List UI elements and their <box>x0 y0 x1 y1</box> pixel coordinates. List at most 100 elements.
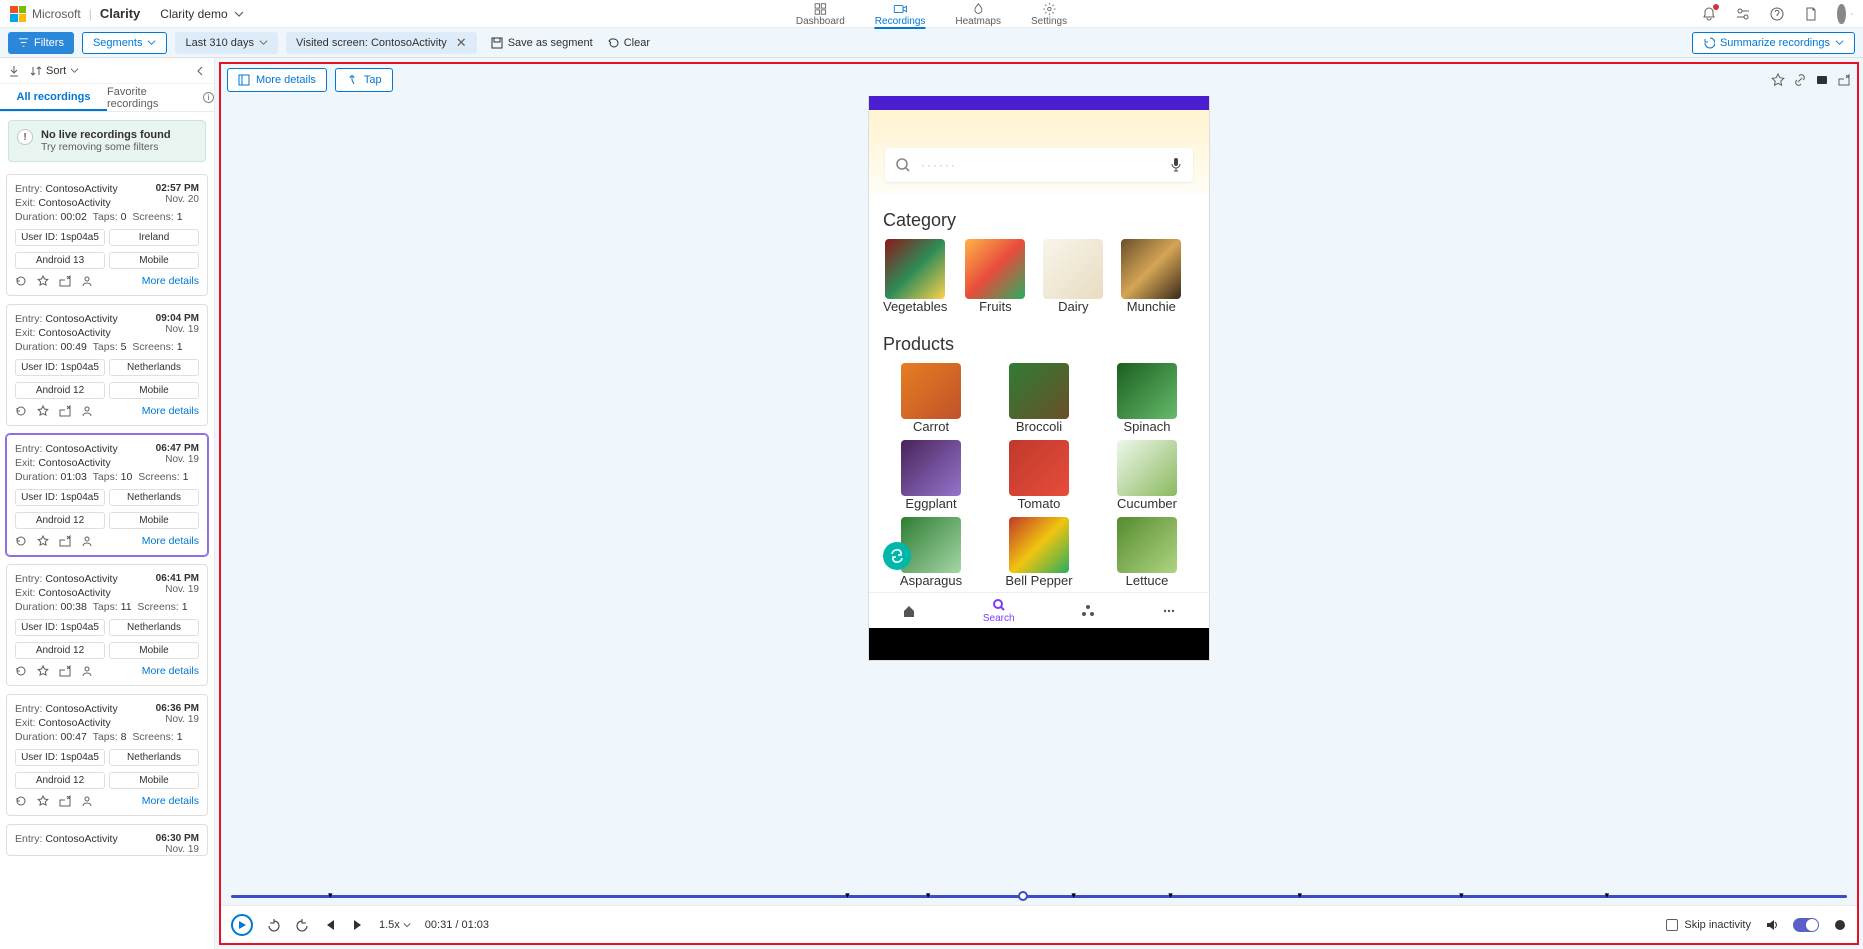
recording-card[interactable]: 02:57 PMNov. 20Entry: ContosoActivityExi… <box>6 174 208 296</box>
person-icon[interactable] <box>81 275 93 287</box>
nav-categories[interactable] <box>1081 604 1095 618</box>
tab-all-recordings[interactable]: All recordings <box>0 84 107 111</box>
more-details-button[interactable]: More details <box>227 68 327 92</box>
timeline-knob[interactable] <box>1018 891 1028 901</box>
product-item[interactable]: Bell Pepper <box>991 517 1087 588</box>
gift-icon[interactable] <box>1735 6 1751 22</box>
star-icon[interactable] <box>37 795 49 807</box>
project-dropdown[interactable]: Clarity demo <box>160 7 243 21</box>
share-icon[interactable] <box>59 405 71 417</box>
label-icon[interactable] <box>1815 73 1829 87</box>
collapse-icon[interactable] <box>194 65 206 77</box>
product-item[interactable]: Carrot <box>883 363 979 434</box>
skip-inactivity[interactable]: Skip inactivity <box>1666 919 1751 931</box>
timeline-event-mark[interactable]: ▾ <box>926 890 931 901</box>
category-item[interactable]: Dairy <box>1043 239 1103 314</box>
timeline-event-mark[interactable]: ▾ <box>1298 890 1303 901</box>
share-icon[interactable] <box>59 275 71 287</box>
filters-button[interactable]: Filters <box>8 32 74 54</box>
nav-home[interactable] <box>902 604 916 618</box>
category-item[interactable]: Fruits <box>965 239 1025 314</box>
close-icon[interactable]: ✕ <box>456 35 467 51</box>
download-icon[interactable] <box>8 65 20 77</box>
recording-card[interactable]: 06:47 PMNov. 19Entry: ContosoActivityExi… <box>6 434 208 556</box>
recording-card[interactable]: 06:41 PMNov. 19Entry: ContosoActivityExi… <box>6 564 208 686</box>
recording-card[interactable]: 06:36 PMNov. 19Entry: ContosoActivityExi… <box>6 694 208 816</box>
star-icon[interactable] <box>37 405 49 417</box>
share-icon[interactable] <box>1837 73 1851 87</box>
tab-favorite-recordings[interactable]: Favorite recordingsi <box>107 84 214 111</box>
star-icon[interactable] <box>37 535 49 547</box>
timeline-event-mark[interactable]: ▾ <box>1459 890 1464 901</box>
summarize-button[interactable]: Summarize recordings <box>1692 32 1855 54</box>
product-item[interactable]: Tomato <box>991 440 1087 511</box>
volume-icon[interactable] <box>1765 918 1779 932</box>
timeline[interactable]: ▾▾▾▾▾▾▾▾ <box>231 887 1847 905</box>
user-menu[interactable] <box>1837 6 1853 22</box>
product-item[interactable]: Lettuce <box>1099 517 1195 588</box>
help-icon[interactable] <box>1769 6 1785 22</box>
recording-card[interactable]: 06:30 PMNov. 19Entry: ContosoActivity <box>6 824 208 856</box>
sort-button[interactable]: Sort <box>30 65 79 77</box>
fullscreen-icon[interactable] <box>1833 918 1847 932</box>
refresh-icon[interactable] <box>15 405 27 417</box>
refresh-icon[interactable] <box>15 795 27 807</box>
nav-heatmaps[interactable]: Heatmaps <box>955 0 1001 27</box>
tap-button[interactable]: Tap <box>335 68 393 92</box>
notifications-icon[interactable] <box>1701 6 1717 22</box>
speed-dropdown[interactable]: 1.5x <box>379 919 411 931</box>
timeline-event-mark[interactable]: ▾ <box>328 890 333 901</box>
more-details-link[interactable]: More details <box>142 535 199 547</box>
mic-icon[interactable] <box>1169 157 1183 173</box>
product-item[interactable]: Spinach <box>1099 363 1195 434</box>
next-icon[interactable] <box>351 918 365 932</box>
nav-settings[interactable]: Settings <box>1031 0 1067 27</box>
link-icon[interactable] <box>1793 73 1807 87</box>
share-icon[interactable] <box>59 535 71 547</box>
forward-icon[interactable] <box>295 918 309 932</box>
date-range-button[interactable]: Last 310 days <box>175 32 278 54</box>
recording-list[interactable]: 02:57 PMNov. 20Entry: ContosoActivityExi… <box>0 170 214 949</box>
more-details-link[interactable]: More details <box>142 665 199 677</box>
segments-button[interactable]: Segments <box>82 32 168 54</box>
timeline-event-mark[interactable]: ▾ <box>1168 890 1173 901</box>
rewind-icon[interactable] <box>267 918 281 932</box>
refresh-icon[interactable] <box>15 665 27 677</box>
person-icon[interactable] <box>81 665 93 677</box>
star-icon[interactable] <box>37 665 49 677</box>
timeline-event-mark[interactable]: ▾ <box>845 890 850 901</box>
visited-screen-chip[interactable]: Visited screen: ContosoActivity ✕ <box>286 32 477 54</box>
play-button[interactable] <box>231 914 253 936</box>
toggle-switch[interactable] <box>1793 918 1819 932</box>
star-icon[interactable] <box>37 275 49 287</box>
share-icon[interactable] <box>59 795 71 807</box>
product-item[interactable]: Cucumber <box>1099 440 1195 511</box>
sync-fab[interactable] <box>883 542 911 570</box>
nav-dashboard[interactable]: Dashboard <box>796 0 845 27</box>
category-item[interactable]: Munchie <box>1121 239 1181 314</box>
share-icon[interactable] <box>59 665 71 677</box>
more-details-link[interactable]: More details <box>142 405 199 417</box>
refresh-icon[interactable] <box>15 535 27 547</box>
category-item[interactable]: Vegetables <box>883 239 947 314</box>
product-item[interactable]: Eggplant <box>883 440 979 511</box>
refresh-icon[interactable] <box>15 275 27 287</box>
star-icon[interactable] <box>1771 73 1785 87</box>
recording-card[interactable]: 09:04 PMNov. 19Entry: ContosoActivityExi… <box>6 304 208 426</box>
person-icon[interactable] <box>81 405 93 417</box>
prev-icon[interactable] <box>323 918 337 932</box>
brand-clarity[interactable]: Clarity <box>100 6 140 21</box>
save-segment-button[interactable]: Save as segment <box>491 37 593 49</box>
more-details-link[interactable]: More details <box>142 795 199 807</box>
document-icon[interactable] <box>1803 6 1819 22</box>
person-icon[interactable] <box>81 535 93 547</box>
product-item[interactable]: Broccoli <box>991 363 1087 434</box>
more-details-link[interactable]: More details <box>142 275 199 287</box>
nav-more[interactable] <box>1162 604 1176 618</box>
app-search-box[interactable]: ······ <box>885 148 1193 182</box>
nav-search[interactable]: Search <box>983 598 1015 624</box>
timeline-event-mark[interactable]: ▾ <box>1071 890 1076 901</box>
nav-recordings[interactable]: Recordings <box>875 0 926 29</box>
person-icon[interactable] <box>81 795 93 807</box>
clear-button[interactable]: Clear <box>607 37 650 49</box>
